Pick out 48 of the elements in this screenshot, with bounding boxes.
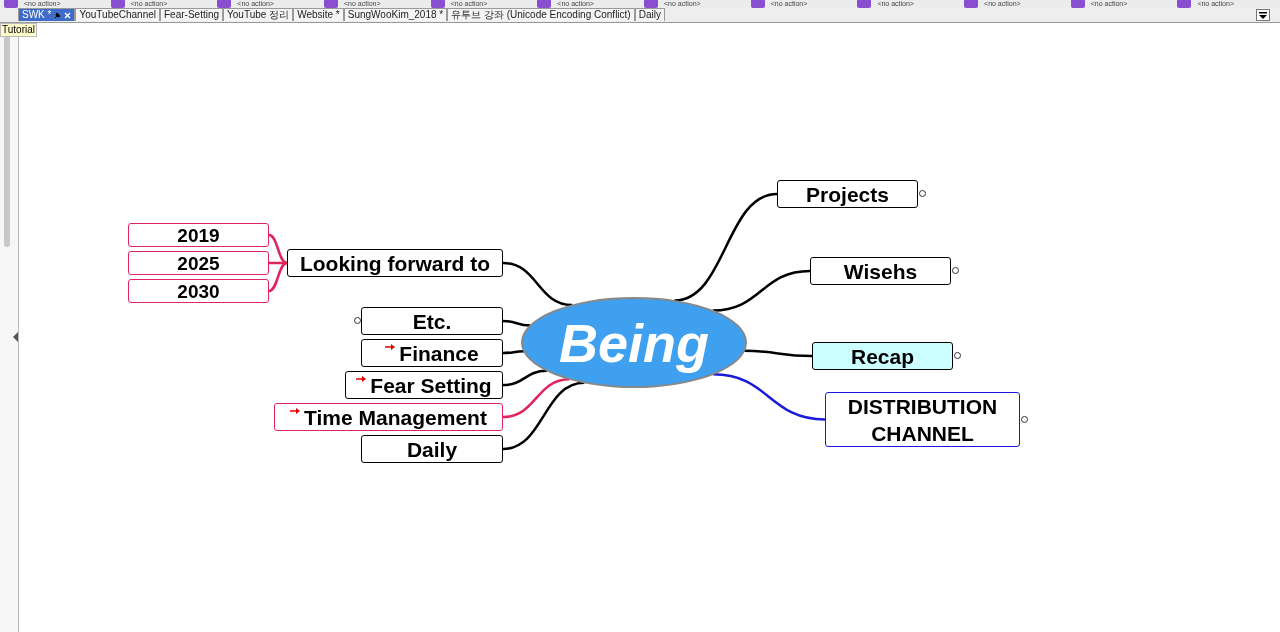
connector-line [502,319,531,327]
arrow-icon[interactable] [290,407,301,415]
document-tab[interactable]: YouTubeChannel [75,8,160,21]
topic-node[interactable]: 2019 [128,223,269,247]
document-tab[interactable]: YouTube 정리 [223,8,294,21]
topic-node[interactable]: Finance [361,339,503,367]
fold-circle-icon[interactable] [952,267,959,274]
connector-line [502,261,573,307]
topic-node[interactable]: Time Management [274,403,503,431]
tab-list-button[interactable] [1256,9,1270,21]
topic-node[interactable]: Recap [812,342,953,370]
function-key-icon[interactable] [1070,0,1085,8]
fold-circle-icon[interactable] [919,190,926,197]
function-key-icon[interactable] [110,0,125,8]
document-tab[interactable]: 유투브 강좌 (Unicode Encoding Conflict) [447,8,635,21]
function-key-icon[interactable] [964,0,979,8]
close-icon[interactable] [64,11,72,19]
document-tab[interactable]: Daily [634,8,665,21]
function-key-icon[interactable] [750,0,765,8]
topic-node[interactable]: 2030 [128,279,269,303]
fold-circle-icon[interactable] [354,317,361,324]
document-tab[interactable]: Fear-Setting [160,8,224,21]
arrow-icon[interactable] [356,375,367,383]
document-tab[interactable]: Website * [293,8,344,21]
function-key-icon[interactable] [537,0,552,8]
collapse-arrow-icon[interactable] [13,332,18,342]
topic-node[interactable]: Projects [777,180,918,208]
function-key-icon[interactable] [644,0,659,8]
arrow-icon[interactable] [385,343,396,351]
topic-node[interactable]: DISTRIBUTION CHANNEL [825,392,1020,447]
fold-circle-icon[interactable] [954,352,961,359]
topic-node[interactable]: 2025 [128,251,269,275]
function-key-icon[interactable] [1177,0,1192,8]
pin-icon[interactable] [54,11,62,19]
document-tab[interactable]: SungWooKim_2018 * [343,8,448,21]
connector-line [503,350,525,355]
document-tab[interactable]: SWK * [18,8,76,21]
fold-circle-icon[interactable] [1021,415,1028,423]
topic-node[interactable]: Daily [361,435,503,463]
tooltip: Tutorial [0,23,37,37]
function-key-icon[interactable] [217,0,232,8]
topic-node[interactable]: Fear Setting [345,371,503,399]
topic-node[interactable]: Etc. [361,307,503,335]
topic-node[interactable]: Wisehs [810,257,951,285]
connector-line [743,349,812,358]
function-key-icon[interactable] [430,0,445,8]
topic-node[interactable]: Looking forward to [287,249,503,277]
function-key-icon[interactable] [857,0,872,8]
